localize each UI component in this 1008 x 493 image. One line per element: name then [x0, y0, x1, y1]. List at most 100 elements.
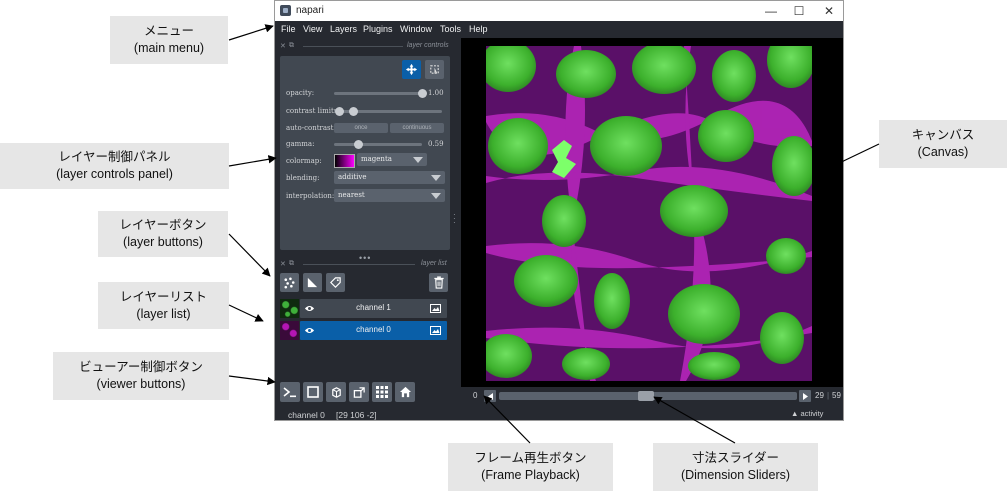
status-coordinates: [29 106 -2]: [336, 410, 377, 420]
ndisplay-2d-3d-button[interactable]: [303, 382, 323, 402]
napari-window: napari — ☐ ✕ File View Layers Plugins Wi…: [274, 0, 844, 421]
callout-layer-controls-ja: レイヤー制御パネル: [58, 150, 171, 164]
arrow-main-menu: [228, 24, 274, 41]
contrast-limits-high-handle[interactable]: [348, 107, 358, 116]
callout-viewer-buttons-ja: ビューアー制御ボタン: [79, 360, 203, 374]
interpolation-dropdown[interactable]: nearest: [334, 189, 445, 202]
callout-layer-buttons-ja: レイヤーボタン: [119, 218, 207, 232]
new-labels-layer-button[interactable]: [326, 273, 345, 292]
auto-contrast-label: auto-contrast:: [286, 124, 336, 132]
arrow-layer-list: [228, 304, 264, 322]
move-arrows-icon: [405, 63, 418, 76]
menu-layers[interactable]: Layers: [330, 24, 357, 34]
console-button[interactable]: [280, 382, 300, 402]
layer-list-float-icon[interactable]: ⧉: [289, 260, 294, 268]
transform-button[interactable]: [425, 60, 444, 79]
gamma-slider-handle[interactable]: [354, 140, 364, 149]
dimension-slider-handle[interactable]: [637, 391, 654, 401]
contrast-limits-low-handle[interactable]: [334, 107, 344, 116]
layer-controls-panel: opacity: 1.00 contrast limits: auto-cont…: [280, 56, 450, 250]
dock-close-icon[interactable]: ✕: [280, 42, 286, 50]
callout-layer-buttons-en: (layer buttons): [123, 235, 203, 249]
play-button-reverse[interactable]: [484, 390, 496, 402]
callout-frame-playback-ja: フレーム再生ボタン: [474, 451, 587, 465]
trash-icon: [433, 276, 444, 289]
colormap-dropdown[interactable]: magenta: [357, 153, 427, 166]
shapes-icon: [307, 277, 318, 288]
play-right-icon: [802, 392, 808, 400]
transpose-dimensions-button[interactable]: [349, 382, 369, 402]
new-shapes-layer-button[interactable]: [303, 273, 322, 292]
grid-view-button[interactable]: [372, 382, 392, 402]
main-menu: File View Layers Plugins Window Tools He…: [275, 21, 843, 38]
callout-main-menu-en: (main menu): [133, 41, 205, 55]
roll-dimensions-button[interactable]: [326, 382, 346, 402]
menu-view[interactable]: View: [303, 24, 322, 34]
gamma-label: gamma:: [286, 140, 315, 148]
colormap-label: colormap:: [286, 157, 322, 165]
callout-viewer-buttons-en: (viewer buttons): [96, 377, 186, 391]
chevron-down-icon: [431, 193, 441, 199]
menu-help[interactable]: Help: [469, 24, 488, 34]
opacity-label: opacity:: [286, 89, 315, 97]
gamma-value: 0.59: [428, 140, 444, 148]
callout-canvas: キャンバス (Canvas): [879, 120, 1007, 168]
menu-window[interactable]: Window: [400, 24, 432, 34]
menu-plugins[interactable]: Plugins: [363, 24, 393, 34]
dim-slider-current: 29: [815, 391, 824, 400]
panel-splitter-handle[interactable]: •••: [359, 253, 371, 263]
layer-list-header-line: [303, 264, 415, 265]
auto-contrast-continuous-button[interactable]: continuous: [390, 123, 444, 133]
blending-value: additive: [338, 173, 367, 181]
minimize-button[interactable]: —: [757, 2, 785, 20]
layer-list-close-icon[interactable]: ✕: [280, 260, 286, 268]
callout-layer-controls-en: (layer controls panel): [56, 167, 173, 181]
callout-dimension-sliders: 寸法スライダー (Dimension Sliders): [653, 443, 818, 491]
arrow-layer-buttons: [228, 233, 271, 277]
opacity-value: 1.00: [428, 89, 444, 97]
opacity-slider-handle[interactable]: [417, 89, 427, 98]
dock-float-icon[interactable]: ⧉: [289, 42, 294, 50]
microscopy-image[interactable]: [486, 46, 812, 381]
maximize-button[interactable]: ☐: [785, 2, 813, 20]
dock-resize-handle[interactable]: · · ·: [453, 211, 457, 227]
callout-main-menu: メニュー (main menu): [110, 16, 228, 64]
colormap-swatch: [334, 154, 355, 168]
callout-canvas-en: (Canvas): [917, 145, 969, 159]
image-layer-icon: [430, 326, 441, 335]
cell-image-render: [486, 46, 812, 381]
blending-dropdown[interactable]: additive: [334, 171, 445, 184]
callout-canvas-ja: キャンバス: [911, 128, 975, 142]
transform-icon: [430, 65, 439, 75]
callout-main-menu-ja: メニュー: [143, 24, 194, 38]
label-tag-icon: [330, 277, 341, 288]
auto-contrast-once-button[interactable]: once: [334, 123, 388, 133]
callout-layer-list-en: (layer list): [136, 306, 191, 321]
reset-view-button[interactable]: [395, 382, 415, 402]
activity-toggle[interactable]: ▲ activity: [791, 409, 823, 418]
square-icon: [307, 386, 319, 398]
delete-layer-button[interactable]: [429, 273, 448, 292]
blending-label: blending:: [286, 174, 320, 182]
close-button[interactable]: ✕: [815, 2, 843, 20]
layer-row-channel-0[interactable]: channel 0: [300, 321, 447, 340]
chevron-down-icon: [431, 175, 441, 181]
callout-dimension-sliders-ja: 寸法スライダー: [691, 451, 779, 465]
home-icon: [399, 386, 411, 398]
image-layer-icon: [430, 304, 441, 313]
menu-file[interactable]: File: [281, 24, 296, 34]
layer-thumbnail-channel-0: [280, 321, 299, 340]
play-left-icon: [487, 392, 493, 400]
title-bar: napari — ☐ ✕: [275, 1, 843, 21]
cube-roll-icon: [331, 386, 341, 398]
new-points-layer-button[interactable]: [280, 273, 299, 292]
pan-zoom-button[interactable]: [402, 60, 421, 79]
transpose-icon: [353, 386, 365, 398]
menu-tools[interactable]: Tools: [440, 24, 461, 34]
play-button-forward[interactable]: [799, 390, 811, 402]
opacity-slider-track[interactable]: [334, 92, 422, 95]
gamma-slider-track[interactable]: [334, 143, 422, 146]
interpolation-label: interpolation:: [286, 192, 335, 200]
dim-slider-max: 59: [832, 391, 841, 400]
layer-row-channel-1[interactable]: channel 1: [300, 299, 447, 318]
